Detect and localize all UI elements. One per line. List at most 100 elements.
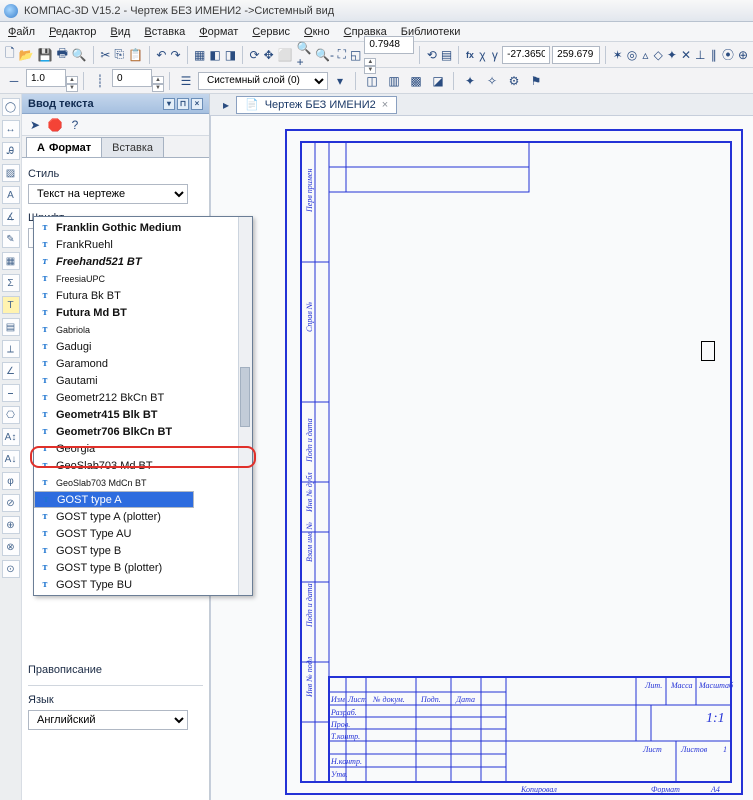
font-option[interactable]: ᴛFranklin Gothic Medium [34, 219, 252, 236]
tb-undo-icon[interactable]: ↶ [155, 45, 167, 65]
vb-e11-icon[interactable]: ⊙ [2, 560, 20, 578]
tb-copy-icon[interactable]: ⎘ [113, 45, 125, 65]
font-option[interactable]: ᴛFrankRuehl [34, 236, 252, 253]
tb-redo-icon[interactable]: ↷ [169, 45, 181, 65]
font-option[interactable]: ᴛGeometr706 BlkCn BT [34, 423, 252, 440]
tb2-m2-icon[interactable]: ✧ [482, 71, 502, 91]
font-option[interactable]: ᴛFutura Bk BT [34, 287, 252, 304]
up-icon[interactable]: ▲ [152, 76, 164, 84]
tb-panes-icon[interactable]: ▤ [440, 45, 453, 65]
step-input[interactable] [112, 69, 152, 87]
font-option[interactable]: ᴛGOST type A (plotter) [34, 508, 252, 525]
tb-open-icon[interactable]: 📂 [18, 45, 35, 65]
line-size[interactable]: ▲▼ [26, 69, 78, 92]
coord-y-input[interactable] [552, 46, 600, 64]
vb-text-icon[interactable]: A [2, 186, 20, 204]
vb-tbl-icon[interactable]: ▤ [2, 318, 20, 336]
tb-snap5-icon[interactable]: ✦ [666, 45, 678, 65]
menu-tools[interactable]: Сервис [252, 26, 290, 38]
tb2-step-icon[interactable]: ┊ [90, 71, 110, 91]
vb-labels-icon[interactable]: Ꭿ [2, 142, 20, 160]
font-option[interactable]: ᴛGOST type A [34, 491, 194, 508]
coord-x-input[interactable] [502, 46, 550, 64]
tab-format[interactable]: AФормат [26, 137, 102, 157]
vb-e8-icon[interactable]: ⊘ [2, 494, 20, 512]
menu-format[interactable]: Формат [199, 26, 238, 38]
font-option[interactable]: ᴛGeometr212 BkCn BT [34, 389, 252, 406]
font-option[interactable]: ᴛGOST Type BU [34, 576, 252, 593]
tb-snap8-icon[interactable]: ∥ [708, 45, 718, 65]
tb-shade-icon[interactable]: ◧ [208, 45, 221, 65]
menu-editor[interactable]: Редактор [49, 26, 96, 38]
tb-x-icon[interactable]: χ [477, 45, 487, 65]
vb-e10-icon[interactable]: ⊗ [2, 538, 20, 556]
vb-t1-icon[interactable]: T [2, 296, 20, 314]
font-option[interactable]: ᴛFutura Md BT [34, 304, 252, 321]
scrollbar-thumb[interactable] [240, 367, 250, 427]
font-option[interactable]: ᴛGOST type B [34, 542, 252, 559]
font-option[interactable]: ᴛGOST type B (plotter) [34, 559, 252, 576]
style-select[interactable]: Текст на чертеже [28, 184, 188, 204]
sb-arrow-icon[interactable]: ➤ [26, 116, 44, 134]
vb-e7-icon[interactable]: φ [2, 472, 20, 490]
vb-tab-icon[interactable]: ▦ [2, 252, 20, 270]
vb-hatch-icon[interactable]: ▨ [2, 164, 20, 182]
tb2-m4-icon[interactable]: ⚑ [526, 71, 546, 91]
tb-snap1-icon[interactable]: ✶ [612, 45, 624, 65]
tb-zoomw-icon[interactable]: ⬜ [277, 45, 294, 65]
font-option[interactable]: ᴛGautami [34, 372, 252, 389]
tb-fx-icon[interactable]: fx [465, 45, 475, 65]
up-icon[interactable]: ▲ [66, 76, 78, 84]
tab-insert[interactable]: Вставка [101, 137, 164, 157]
tb-new-icon[interactable]: 🗋 [4, 45, 16, 65]
tb-snap10-icon[interactable]: ⊕ [737, 45, 749, 65]
vb-exp-icon[interactable]: Σ [2, 274, 20, 292]
vb-angle-icon[interactable]: ∡ [2, 208, 20, 226]
tb2-m1-icon[interactable]: ✦ [460, 71, 480, 91]
layer-select[interactable]: Системный слой (0) [198, 72, 328, 90]
down-icon[interactable]: ▼ [66, 84, 78, 92]
tb-y-icon[interactable]: γ [490, 45, 500, 65]
tb-preview-icon[interactable]: 🔍 [71, 45, 88, 65]
font-option[interactable]: ᴛGadugi [34, 338, 252, 355]
tb2-g1-icon[interactable]: ◫ [362, 71, 382, 91]
tb-snap9-icon[interactable]: ⦿ [721, 45, 735, 65]
tb-snap3-icon[interactable]: ▵ [640, 45, 650, 65]
zoom-up-icon[interactable]: ▲ [364, 58, 376, 66]
font-option[interactable]: ᴛGOST Type AU [34, 525, 252, 542]
zoom-input[interactable] [364, 36, 414, 54]
font-option[interactable]: ᴛFreesiaUPC [34, 270, 252, 287]
vb-e1-icon[interactable]: ⟂ [2, 340, 20, 358]
menu-window[interactable]: Окно [304, 26, 330, 38]
panel-min-icon[interactable]: ▾ [163, 98, 175, 110]
doctab-nav-icon[interactable]: ▸ [216, 95, 236, 115]
sb-help-icon[interactable]: ? [66, 116, 84, 134]
vb-e2-icon[interactable]: ∠ [2, 362, 20, 380]
tb-zoomall-icon[interactable]: ◱ [349, 45, 362, 65]
menu-file[interactable]: Файл [8, 26, 35, 38]
tb-wire-icon[interactable]: ▦ [193, 45, 206, 65]
menu-view[interactable]: Вид [110, 26, 130, 38]
tb-snap7-icon[interactable]: ⊥ [694, 45, 706, 65]
step[interactable]: ▲▼ [112, 69, 164, 92]
line-size-input[interactable] [26, 69, 66, 87]
tb-snap2-icon[interactable]: ◎ [626, 45, 638, 65]
doc-close-icon[interactable]: × [382, 99, 388, 111]
tb-fit-icon[interactable]: ⛶ [337, 45, 347, 65]
tb-zoomout-icon[interactable]: 🔍- [315, 45, 335, 65]
menu-insert[interactable]: Вставка [144, 26, 185, 38]
font-option[interactable]: ᴛFreehand521 BT [34, 253, 252, 270]
vb-e9-icon[interactable]: ⊕ [2, 516, 20, 534]
lang-select[interactable]: Английский [28, 710, 188, 730]
tb-rotate-icon[interactable]: ⟳ [249, 45, 261, 65]
font-option[interactable]: ᴛGeometr415 Blk BT [34, 406, 252, 423]
tb-snap4-icon[interactable]: ◇ [653, 45, 664, 65]
tb-zoomin-icon[interactable]: 🔍+ [296, 45, 313, 65]
tb-snap6-icon[interactable]: ✕ [680, 45, 692, 65]
panel-close-icon[interactable]: × [191, 98, 203, 110]
font-option[interactable]: ᴛGeoSlab703 MdCn BT [34, 474, 252, 491]
panel-pin-icon[interactable]: ⊓ [177, 98, 189, 110]
tb2-g4-icon[interactable]: ◪ [428, 71, 448, 91]
font-option[interactable]: ᴛGeoSlab703 Md BT [34, 457, 252, 474]
tb-redraw-icon[interactable]: ⟲ [426, 45, 438, 65]
